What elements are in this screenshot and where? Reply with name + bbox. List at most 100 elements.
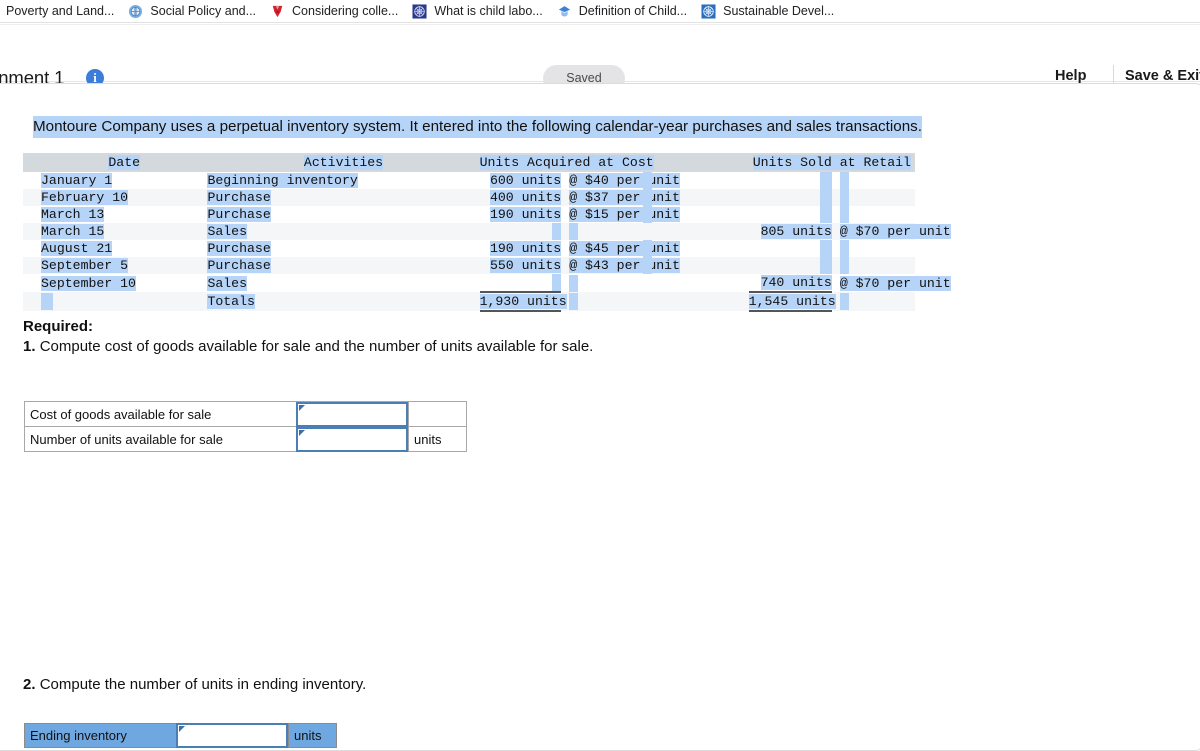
question-1-number: 1. bbox=[23, 338, 36, 355]
table-row: February 10 Purchase 400 units @ $37 per… bbox=[23, 189, 915, 207]
question-1-text: 1. Compute cost of goods available for s… bbox=[23, 338, 593, 355]
ending-inventory-input[interactable] bbox=[176, 723, 288, 748]
bookmark-item-poverty[interactable]: Poverty and Land... bbox=[0, 0, 122, 22]
answer-unit: units bbox=[408, 426, 467, 452]
cell-activity: Sales bbox=[207, 275, 248, 291]
cell-sold-price bbox=[832, 257, 915, 275]
cell-acquired-qty: 400 units bbox=[489, 190, 562, 206]
bookmark-label: What is child labo... bbox=[434, 4, 543, 18]
question-1-body: Compute cost of goods available for sale… bbox=[39, 338, 594, 355]
answer-table-2: Ending inventory units bbox=[24, 723, 337, 748]
cell-acquired-price: @ $45 per unit bbox=[569, 241, 680, 257]
question-2-text: 2. Compute the number of units in ending… bbox=[23, 676, 366, 693]
cell-acquired-price: @ $37 per unit bbox=[569, 190, 680, 206]
table-row: August 21 Purchase 190 units @ $45 per u… bbox=[23, 240, 915, 258]
answer-unit bbox=[408, 401, 467, 427]
cell-spacer bbox=[643, 223, 749, 240]
answer-input-cell[interactable] bbox=[296, 401, 409, 427]
cell-acquired-price: @ $40 per unit bbox=[569, 173, 680, 188]
cell-spacer bbox=[23, 292, 207, 311]
bookmark-item-definition-child[interactable]: Definition of Child... bbox=[551, 0, 695, 22]
cell-acquired-qty bbox=[479, 274, 562, 294]
answer-row: Number of units available for sale units bbox=[24, 426, 467, 452]
cell-date: March 15 bbox=[41, 224, 105, 240]
un-globe-icon bbox=[129, 4, 143, 18]
cell-date: March 13 bbox=[41, 207, 105, 223]
answer-input-cell[interactable] bbox=[176, 723, 289, 748]
table-row: September 5 Purchase 550 units @ $43 per… bbox=[23, 257, 915, 275]
cell-acquired-price bbox=[561, 274, 643, 292]
number-of-units-available-input[interactable] bbox=[296, 426, 408, 452]
blue-diamond-icon bbox=[558, 5, 570, 16]
cell-acquired-price bbox=[561, 223, 643, 241]
cell-acquired-qty: 600 units bbox=[489, 173, 562, 188]
table-row: March 13 Purchase 190 units @ $15 per un… bbox=[23, 206, 915, 224]
cell-sold-qty bbox=[749, 240, 832, 258]
bookmarks-divider bbox=[0, 22, 1200, 23]
bookmark-label: Poverty and Land... bbox=[6, 4, 115, 18]
cell-date: January 1 bbox=[41, 173, 113, 188]
cell-sold-qty bbox=[749, 257, 832, 275]
cell-totals-label: Totals bbox=[207, 294, 255, 310]
column-header-activities: Activities bbox=[207, 153, 480, 172]
cell-total-sold: 1,545 units bbox=[748, 292, 836, 313]
app-header: ignment 1 i Saved Help Save & Exit bbox=[0, 25, 1200, 93]
cell-sold-price: @ $70 per unit bbox=[839, 224, 951, 240]
answer-input-cell[interactable] bbox=[296, 426, 409, 452]
cell-sold-price bbox=[832, 189, 915, 207]
cell-sold-qty bbox=[749, 206, 832, 224]
question-card: Montoure Company uses a perpetual invent… bbox=[0, 83, 1200, 751]
cell-sold-qty: 740 units bbox=[748, 274, 832, 294]
bookmark-label: Sustainable Devel... bbox=[723, 4, 835, 18]
cell-acquired-price: @ $43 per unit bbox=[569, 258, 680, 274]
cell-sold-qty bbox=[749, 189, 832, 207]
answer-table-1: Cost of goods available for sale Number … bbox=[24, 401, 467, 452]
cell-date: September 5 bbox=[41, 258, 129, 274]
problem-statement: Montoure Company uses a perpetual invent… bbox=[33, 116, 922, 138]
help-button[interactable]: Help bbox=[1055, 68, 1086, 84]
column-header-spacer bbox=[642, 153, 749, 172]
cell-acquired-qty: 550 units bbox=[489, 258, 562, 274]
cell-spacer bbox=[832, 292, 915, 311]
cell-spacer bbox=[561, 292, 643, 311]
cell-acquired-qty: 190 units bbox=[489, 241, 562, 257]
bookmark-item-sustainable-dev[interactable]: Sustainable Devel... bbox=[695, 0, 842, 22]
cell-activity: Purchase bbox=[207, 207, 271, 223]
question-2-body: Compute the number of units in ending in… bbox=[39, 676, 367, 693]
cell-sold-qty bbox=[749, 172, 832, 190]
bookmark-label: Definition of Child... bbox=[578, 4, 688, 18]
cell-activity: Purchase bbox=[207, 241, 271, 257]
question-2-number: 2. bbox=[23, 676, 36, 693]
column-header-date: Date bbox=[23, 153, 208, 172]
table-header: Date Activities Units Acquired at Cost U… bbox=[23, 153, 915, 172]
table-row: January 1 Beginning inventory 600 units … bbox=[23, 172, 915, 190]
cell-total-acquired: 1,930 units bbox=[479, 292, 567, 313]
un-emblem-icon bbox=[412, 3, 427, 19]
answer-label: Cost of goods available for sale bbox=[24, 401, 297, 427]
cost-of-goods-available-input[interactable] bbox=[296, 401, 408, 427]
answer-label: Number of units available for sale bbox=[24, 426, 297, 452]
save-and-exit-button[interactable]: Save & Exit bbox=[1125, 68, 1200, 84]
cell-date: September 10 bbox=[41, 275, 136, 291]
table-row: March 15 Sales 805 units @ $70 per unit bbox=[23, 223, 951, 241]
answer-label: Ending inventory bbox=[24, 723, 177, 748]
cell-acquired-price: @ $15 per unit bbox=[569, 207, 680, 223]
cell-activity: Sales bbox=[207, 224, 248, 240]
answer-row: Ending inventory units bbox=[24, 723, 337, 748]
answer-unit: units bbox=[288, 723, 337, 748]
bookmark-item-social-policy[interactable]: Social Policy and... bbox=[122, 0, 264, 22]
bookmarks-bar: Poverty and Land... Social Policy and...… bbox=[0, 0, 1200, 22]
cell-date: February 10 bbox=[41, 190, 129, 206]
cell-acquired-qty: 190 units bbox=[489, 207, 562, 223]
cell-sold-qty: 805 units bbox=[760, 224, 832, 240]
required-heading: Required: bbox=[23, 318, 94, 335]
red-shield-icon bbox=[272, 5, 283, 17]
cell-spacer bbox=[643, 292, 749, 311]
bookmark-label: Social Policy and... bbox=[150, 4, 257, 18]
bookmark-item-child-labor[interactable]: What is child labo... bbox=[406, 0, 550, 22]
table-header-row: Date Activities Units Acquired at Cost U… bbox=[23, 153, 915, 172]
table-body: January 1 Beginning inventory 600 units … bbox=[23, 172, 951, 313]
cell-activity: Beginning inventory bbox=[207, 173, 358, 188]
bookmark-item-considering-college[interactable]: Considering colle... bbox=[264, 0, 406, 22]
cell-activity: Purchase bbox=[207, 258, 271, 274]
